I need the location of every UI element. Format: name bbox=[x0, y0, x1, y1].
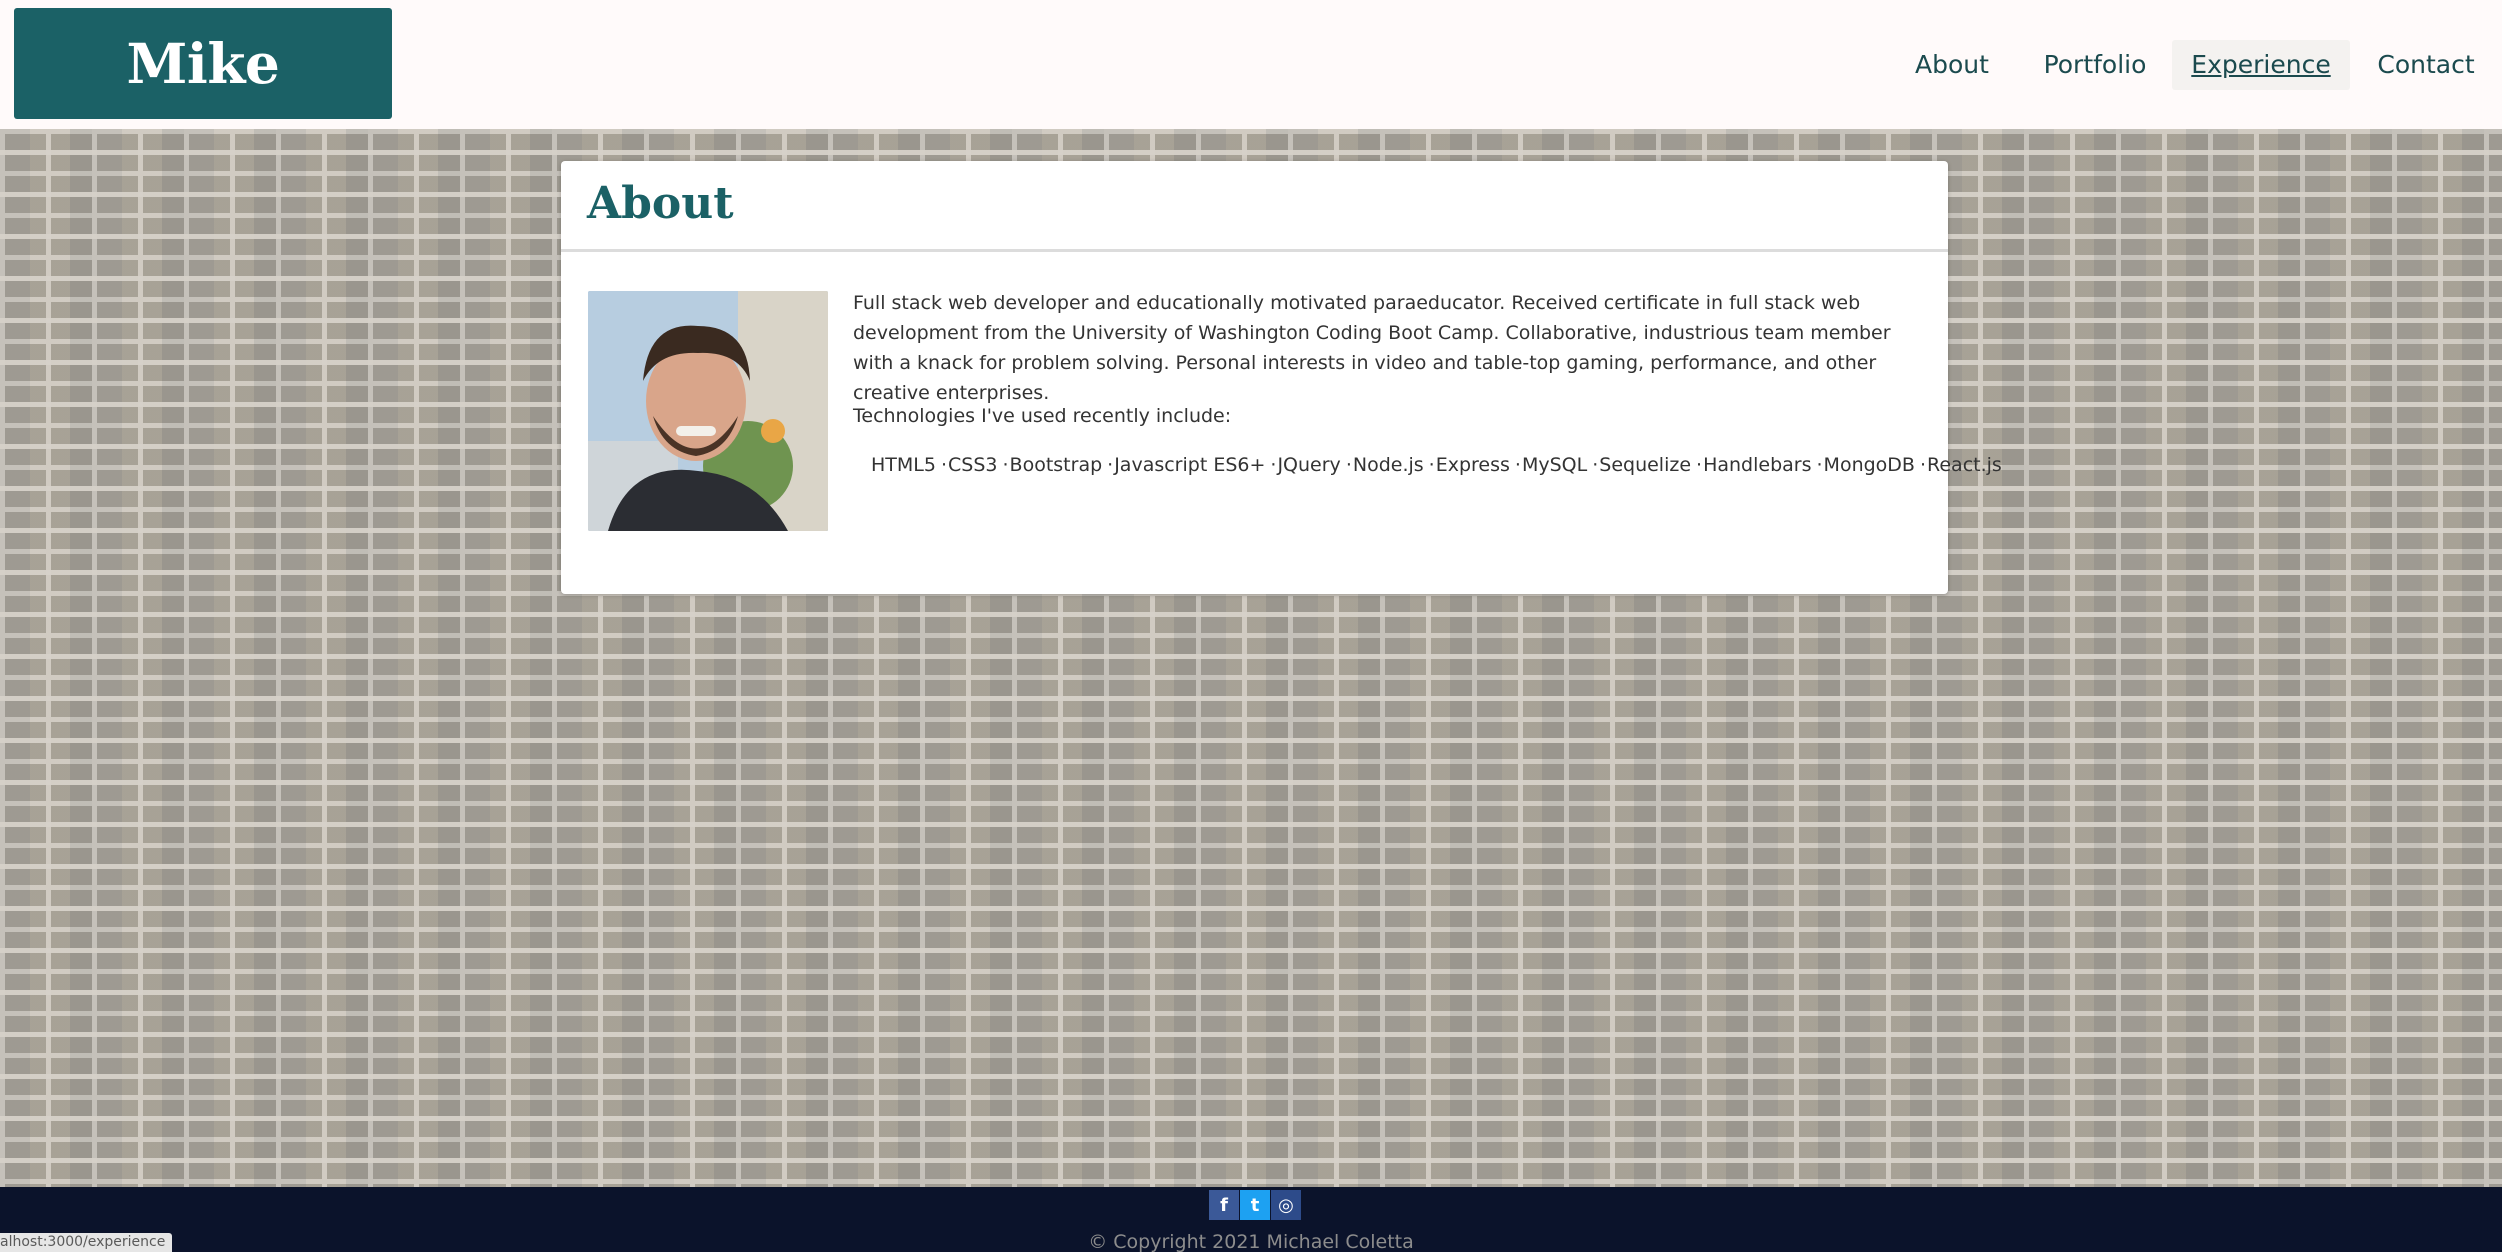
tech-item: MySQL bbox=[1515, 450, 1592, 480]
brand-logo[interactable]: Mike Coletta bbox=[14, 8, 392, 207]
tech-item: Handlebars bbox=[1696, 450, 1816, 480]
technologies-list: HTML5 CSS3 Bootstrap Javascript ES6+ JQu… bbox=[871, 450, 2002, 480]
site-header: Mike Coletta About Portfolio Experience … bbox=[0, 0, 2502, 207]
tech-item: Sequelize bbox=[1592, 450, 1696, 480]
bio-text: Full stack web developer and educational… bbox=[853, 292, 1891, 404]
copyright-text: © Copyright 2021 Michael Coletta bbox=[1088, 1231, 1414, 1252]
tech-item: HTML5 bbox=[871, 454, 936, 476]
tech-item: React.js bbox=[1920, 450, 2007, 480]
profile-photo bbox=[588, 291, 828, 531]
tech-item: Node.js bbox=[1346, 450, 1429, 480]
tech-item: JQuery bbox=[1270, 450, 1345, 480]
tech-item: Express bbox=[1429, 450, 1515, 480]
nav-portfolio-link[interactable]: Portfolio bbox=[2036, 40, 2154, 90]
nav-contact-link[interactable]: Contact bbox=[2372, 40, 2480, 90]
tech-item: MongoDB bbox=[1817, 450, 1920, 480]
instagram-icon[interactable]: ◎ bbox=[1271, 1190, 1301, 1220]
tech-item: Bootstrap bbox=[1003, 450, 1108, 480]
card-divider bbox=[561, 249, 1948, 252]
nav-experience-link[interactable]: Experience bbox=[2172, 40, 2350, 90]
status-bar-url: alhost:3000/experience bbox=[0, 1233, 173, 1252]
tech-item: CSS3 bbox=[941, 450, 1003, 480]
facebook-icon[interactable]: f bbox=[1209, 1190, 1239, 1220]
twitter-icon[interactable]: t bbox=[1240, 1190, 1270, 1220]
nav-about-link[interactable]: About bbox=[1904, 40, 2000, 90]
technologies-intro: Technologies I've used recently include: bbox=[853, 405, 1232, 427]
tech-item: Javascript ES6+ bbox=[1107, 450, 1270, 480]
about-card: About Full stack web developer and educa… bbox=[561, 161, 2002, 594]
profile-photo-icon bbox=[588, 291, 828, 531]
about-title: About bbox=[587, 178, 734, 229]
